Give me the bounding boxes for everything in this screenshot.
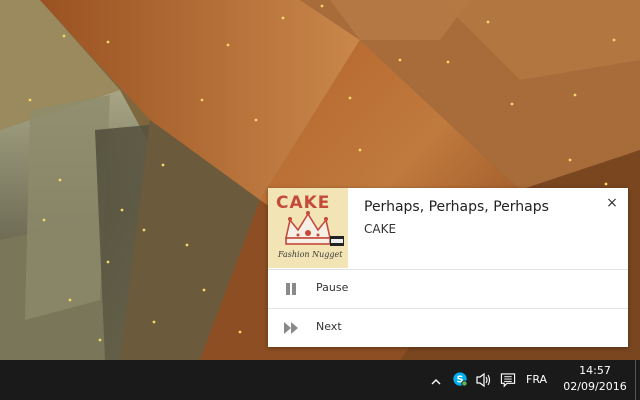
close-button[interactable]: × bbox=[605, 196, 619, 210]
next-icon bbox=[284, 322, 298, 334]
skype-icon[interactable]: S bbox=[451, 371, 469, 387]
taskbar: S FRA 14:57 02/09/2016 bbox=[0, 360, 640, 400]
media-notification: CAKE Fashion Nugget Perhaps, Perhaps, Pe… bbox=[268, 188, 628, 347]
next-label: Next bbox=[316, 320, 342, 333]
pause-icon bbox=[286, 283, 296, 295]
next-button[interactable]: Next bbox=[268, 308, 628, 347]
show-desktop-button[interactable] bbox=[635, 360, 640, 400]
clock-time: 14:57 bbox=[579, 364, 611, 377]
chevron-up-icon[interactable] bbox=[430, 374, 442, 390]
clock[interactable]: 14:57 02/09/2016 bbox=[561, 363, 629, 395]
desktop: CAKE Fashion Nugget Perhaps, Perhaps, Pe… bbox=[0, 0, 640, 400]
action-center-icon[interactable] bbox=[499, 372, 517, 388]
pause-label: Pause bbox=[316, 281, 349, 294]
language-indicator[interactable]: FRA bbox=[526, 372, 547, 388]
track-artist: CAKE bbox=[364, 222, 397, 236]
pause-button[interactable]: Pause bbox=[268, 270, 628, 308]
track-title: Perhaps, Perhaps, Perhaps bbox=[364, 199, 549, 215]
album-title-text: Fashion Nugget bbox=[278, 250, 343, 259]
album-band-text: CAKE bbox=[276, 193, 331, 213]
close-icon: × bbox=[606, 195, 618, 211]
clock-date: 02/09/2016 bbox=[563, 380, 627, 393]
volume-icon[interactable] bbox=[475, 372, 493, 388]
notification-header: CAKE Fashion Nugget Perhaps, Perhaps, Pe… bbox=[268, 188, 628, 270]
album-art: CAKE Fashion Nugget bbox=[268, 188, 348, 268]
